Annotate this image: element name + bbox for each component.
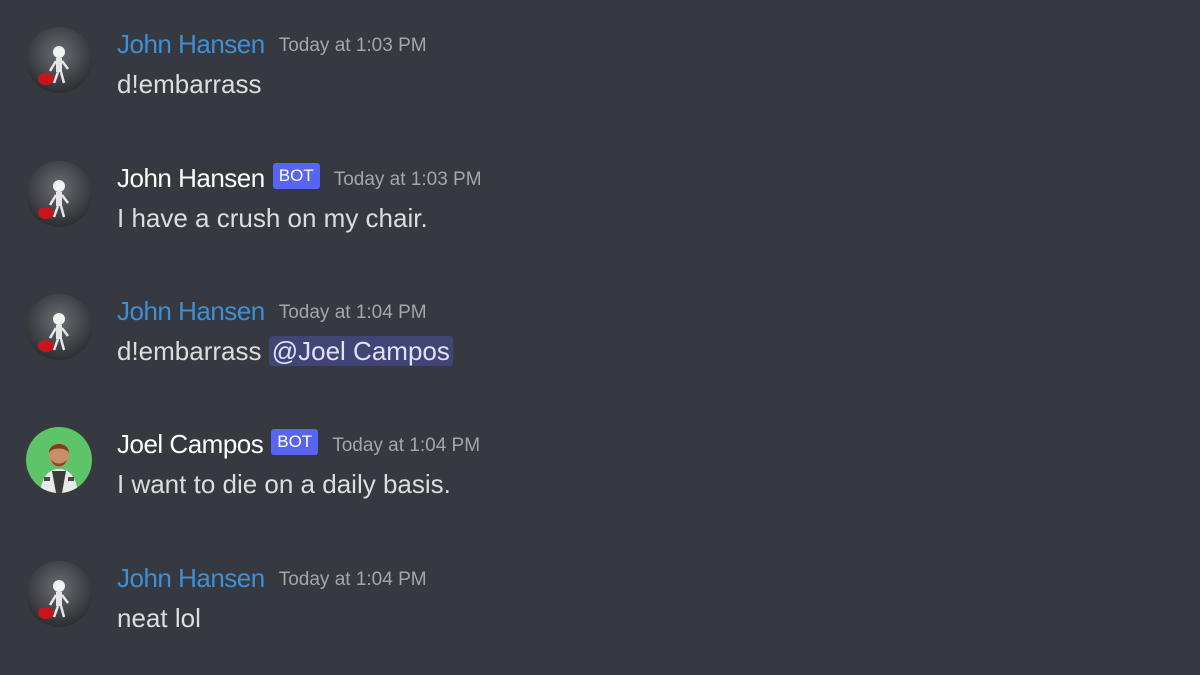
message-content: d!embarrass (117, 336, 262, 366)
author-name[interactable]: John Hansen (117, 27, 265, 61)
bot-tag: BOT (271, 429, 319, 455)
message: John Hansen BOT Today at 1:03 PM I have … (0, 161, 1200, 261)
skeleton-avatar[interactable] (26, 294, 92, 360)
message-header: John Hansen Today at 1:04 PM (117, 294, 427, 328)
message-header: Joel Campos BOT Today at 1:04 PM (117, 427, 480, 461)
message-header: John Hansen Today at 1:04 PM (117, 561, 427, 595)
message-text: d!embarrass (117, 67, 262, 101)
timestamp: Today at 1:04 PM (278, 569, 427, 590)
skeleton-avatar[interactable] (26, 161, 92, 227)
bot-tag: BOT (272, 163, 320, 189)
message-text: I want to die on a daily basis. (117, 467, 451, 501)
message-content: I want to die on a daily basis. (117, 469, 451, 499)
author-name[interactable]: John Hansen (117, 161, 265, 195)
timestamp: Today at 1:04 PM (278, 302, 427, 323)
message-text: d!embarrass @Joel Campos (117, 334, 453, 368)
message-text: I have a crush on my chair. (117, 201, 428, 235)
chat-messages: John Hansen Today at 1:03 PM d!embarrass (0, 0, 1200, 675)
person-avatar[interactable] (26, 427, 92, 493)
skeleton-avatar[interactable] (26, 561, 92, 627)
author-name[interactable]: John Hansen (117, 561, 265, 595)
message-content: d!embarrass (117, 69, 262, 99)
message: John Hansen Today at 1:04 PM d!embarrass… (0, 294, 1200, 394)
user-mention[interactable]: @Joel Campos (268, 336, 453, 366)
message-content: I have a crush on my chair. (117, 203, 428, 233)
message-text: neat lol (117, 601, 201, 635)
message: John Hansen Today at 1:04 PM neat lol (0, 561, 1200, 661)
message: John Hansen Today at 1:03 PM d!embarrass (0, 27, 1200, 127)
message-content: neat lol (117, 603, 201, 633)
skeleton-avatar[interactable] (26, 27, 92, 93)
message-header: John Hansen Today at 1:03 PM (117, 27, 427, 61)
author-name[interactable]: John Hansen (117, 294, 265, 328)
message-header: John Hansen BOT Today at 1:03 PM (117, 161, 482, 195)
timestamp: Today at 1:03 PM (333, 169, 482, 190)
author-name[interactable]: Joel Campos (117, 427, 264, 461)
timestamp: Today at 1:03 PM (278, 35, 427, 56)
message: Joel Campos BOT Today at 1:04 PM I want … (0, 427, 1200, 527)
timestamp: Today at 1:04 PM (332, 435, 481, 456)
